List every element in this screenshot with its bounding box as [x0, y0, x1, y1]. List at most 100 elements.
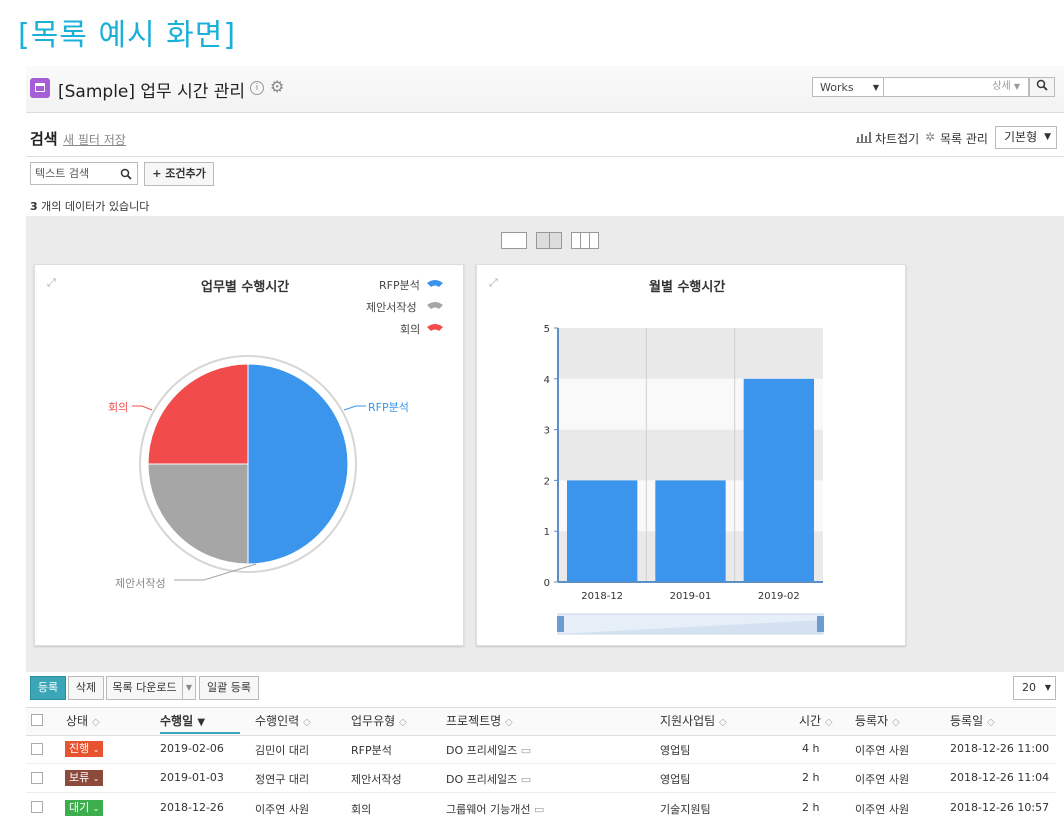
result-count-suffix: 개의 데이터가 있습니다	[41, 200, 150, 213]
column-header-reg-date[interactable]: 등록일 ◇	[950, 712, 995, 729]
status-badge-label: 진행	[69, 742, 90, 755]
chart-icon	[856, 128, 872, 147]
range-handle-right[interactable]	[817, 616, 824, 632]
pie-label-meeting: 회의	[108, 401, 129, 414]
row-project-label: DO 프리세일즈	[446, 744, 518, 757]
grid-band	[558, 328, 823, 379]
row-type: 제안서작성	[351, 773, 402, 786]
row-project[interactable]: DO 프리세일즈 ▭	[446, 742, 531, 758]
column-header-reg-date-label: 등록일	[950, 714, 984, 728]
column-header-status[interactable]: 상태 ◇	[66, 712, 100, 729]
row-checkbox[interactable]	[31, 801, 43, 813]
add-condition-button[interactable]: + 조건추가	[144, 162, 214, 186]
window-icon[interactable]: ▭	[534, 803, 544, 816]
bulk-register-button[interactable]: 일괄 등록	[199, 676, 259, 700]
y-tick-label: 2	[544, 476, 550, 487]
row-registrant: 이주연 사원	[855, 803, 910, 816]
chevron-down-icon: ▼	[872, 83, 879, 92]
sort-icon: ◇	[303, 717, 311, 728]
bar[interactable]	[567, 480, 638, 582]
register-button[interactable]: 등록	[30, 676, 66, 700]
scope-select[interactable]: Works ▼	[812, 77, 884, 97]
pie-label-rfp: RFP분석	[368, 401, 409, 414]
sort-desc-icon: ▼	[197, 717, 206, 728]
status-badge[interactable]: 보류 ⌄	[65, 770, 104, 786]
row-checkbox[interactable]	[31, 772, 43, 784]
row-hours: 4 h	[802, 742, 820, 755]
layout-three-column-button[interactable]	[571, 232, 599, 249]
page-size-value: 20	[1022, 681, 1036, 694]
calendar-icon	[30, 78, 50, 98]
status-badge[interactable]: 대기 ⌄	[65, 800, 104, 816]
row-date: 2019-02-06	[160, 742, 224, 755]
status-badge[interactable]: 진행 ⌄	[65, 741, 104, 757]
pie-slice-meeting[interactable]	[147, 363, 249, 465]
window-icon[interactable]: ▭	[521, 773, 531, 786]
row-date: 2018-12-26	[160, 801, 224, 814]
row-reg-date: 2018-12-26 10:57	[950, 801, 1050, 814]
window-icon[interactable]: ▭	[521, 744, 531, 757]
row-registrant: 이주연 사원	[855, 744, 910, 757]
y-tick-label: 1	[544, 527, 550, 538]
select-all-checkbox[interactable]	[31, 714, 43, 726]
x-tick-label: 2019-02	[758, 591, 800, 602]
view-mode-label: 기본형	[1004, 130, 1038, 144]
bar[interactable]	[743, 378, 814, 582]
sorted-column-indicator	[160, 732, 240, 734]
bar[interactable]	[655, 480, 726, 582]
download-dropdown-button[interactable]: ▼	[182, 676, 196, 700]
pie-connector-rfp	[343, 405, 366, 411]
layout-one-column-button[interactable]	[501, 232, 527, 249]
range-handle-left[interactable]	[557, 616, 564, 632]
column-header-type[interactable]: 업무유형 ◇	[351, 712, 407, 729]
column-header-project-label: 프로젝트명	[446, 714, 502, 728]
page-caption: [목록 예시 화면]	[18, 18, 237, 53]
download-list-button[interactable]: 목록 다운로드	[106, 676, 182, 700]
column-header-project[interactable]: 프로젝트명 ◇	[446, 712, 513, 729]
pie-slice-proposal[interactable]	[147, 463, 249, 565]
column-header-date[interactable]: 수행일 ▼	[160, 712, 205, 729]
search-icon	[120, 168, 132, 180]
page-size-select[interactable]: 20 ▼	[1013, 676, 1056, 700]
view-mode-select[interactable]: 기본형 ▼	[995, 126, 1057, 149]
row-team: 영업팀	[660, 744, 691, 757]
sort-icon: ◇	[91, 717, 100, 728]
delete-button[interactable]: 삭제	[68, 676, 104, 700]
column-header-hours-label: 시간	[799, 714, 822, 728]
search-input[interactable]: 상세 ▼	[884, 77, 1029, 97]
gear-icon[interactable]: ⚙	[270, 79, 284, 95]
row-type: RFP분석	[351, 744, 392, 757]
row-team: 영업팀	[660, 773, 691, 786]
row-project-label: DO 프리세일즈	[446, 773, 518, 786]
row-project[interactable]: DO 프리세일즈 ▭	[446, 771, 531, 787]
gear-icon: ✲	[925, 130, 936, 144]
search-section-title: 검색	[30, 130, 58, 148]
row-reg-date: 2018-12-26 11:00	[950, 742, 1050, 755]
column-header-person-label: 수행인력	[255, 714, 300, 728]
chart-collapse-button[interactable]: 차트접기	[875, 130, 919, 147]
row-reg-date: 2018-12-26 11:04	[950, 771, 1050, 784]
row-date: 2019-01-03	[160, 771, 224, 784]
column-header-registrant[interactable]: 등록자 ◇	[855, 712, 900, 729]
x-tick-label: 2019-01	[670, 591, 712, 602]
detail-search-label[interactable]: 상세	[992, 81, 1010, 92]
sort-icon: ◇	[986, 717, 995, 728]
column-header-hours[interactable]: 시간 ◇	[799, 712, 833, 729]
save-filter-link[interactable]: 새 필터 저장	[63, 131, 126, 148]
list-manage-button[interactable]: 목록 관리	[940, 130, 988, 147]
chevron-down-icon: ▼	[1044, 683, 1051, 692]
text-search-input[interactable]: 텍스트 검색	[30, 162, 138, 185]
row-project[interactable]: 그룹웨어 기능개선 ▭	[446, 801, 544, 817]
search-button[interactable]	[1029, 77, 1055, 97]
row-hours: 2 h	[802, 801, 820, 814]
chevron-down-icon: ▼	[1013, 82, 1020, 91]
sort-icon: ◇	[719, 717, 727, 728]
layout-two-column-button[interactable]	[536, 232, 562, 249]
column-header-team[interactable]: 지원사업팀 ◇	[660, 712, 727, 729]
divider	[26, 763, 1056, 764]
row-checkbox[interactable]	[31, 743, 43, 755]
info-icon[interactable]: i	[250, 81, 264, 95]
column-header-person[interactable]: 수행인력 ◇	[255, 712, 311, 729]
pie-slice-rfp[interactable]	[247, 363, 349, 565]
column-header-date-label: 수행일	[160, 714, 194, 728]
